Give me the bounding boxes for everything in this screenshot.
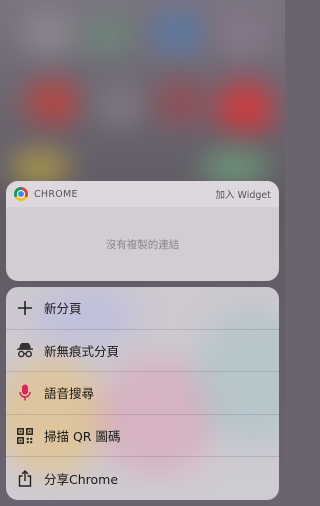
chrome-icon [14, 187, 28, 201]
menu-item-new-tab[interactable]: 新分頁 [6, 287, 279, 330]
menu-item-new-incognito-tab[interactable]: 新無痕式分頁 [6, 330, 279, 373]
menu-item-scan-qr[interactable]: 掃描 QR 圖碼 [6, 415, 279, 458]
qr-code-icon [16, 427, 34, 445]
empty-message: 沒有複製的連結 [105, 239, 180, 251]
app-name: CHROME [34, 188, 78, 200]
incognito-icon [16, 341, 34, 359]
add-widget-button[interactable]: 加入 Widget [216, 187, 271, 201]
widget-empty-state: 沒有複製的連結 [6, 208, 279, 281]
menu-item-voice-search[interactable]: 語音搜尋 [6, 372, 279, 415]
microphone-icon [16, 384, 34, 402]
menu-item-label: 新無痕式分頁 [44, 343, 120, 359]
quick-actions-menu: 新分頁 新無痕式分頁 語音搜尋 掃描 QR 圖碼 分享Chrome [6, 287, 279, 500]
menu-item-label: 語音搜尋 [44, 386, 95, 402]
menu-item-share-chrome[interactable]: 分享Chrome [6, 457, 279, 500]
menu-item-label: 新分頁 [44, 301, 82, 317]
menu-item-label: 分享Chrome [44, 472, 119, 488]
plus-icon [16, 299, 34, 317]
menu-item-label: 掃描 QR 圖碼 [44, 429, 121, 445]
share-icon [16, 470, 34, 488]
widget-header: CHROME 加入 Widget [6, 181, 279, 208]
chrome-widget[interactable]: CHROME 加入 Widget 沒有複製的連結 [6, 181, 279, 281]
